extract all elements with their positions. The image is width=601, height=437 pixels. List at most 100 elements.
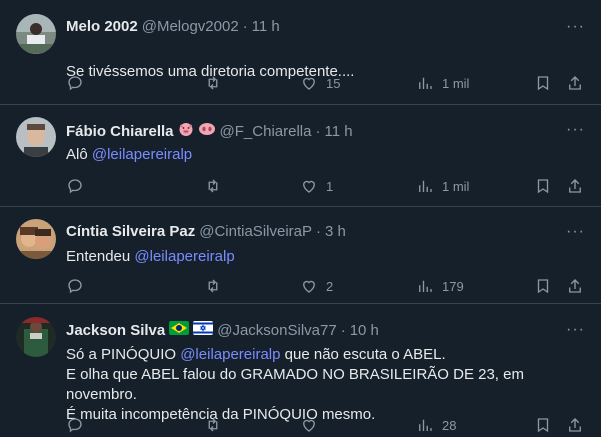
timestamp[interactable]: 3 h [325, 223, 346, 240]
tweet-text-prefix: Entendeu [66, 248, 135, 265]
tweet-1[interactable]: Melo 2002 @Melogv2002 · 11 h ··· Se tivé… [0, 0, 601, 105]
like-icon [303, 280, 315, 293]
view-count: 1 mil [442, 178, 470, 194]
action-bar: 2 179 [66, 277, 586, 297]
separator-dot: · [242, 18, 248, 35]
views-icon [419, 280, 432, 292]
handle[interactable]: @CintiaSilveiraP [199, 223, 312, 240]
handle[interactable]: @Melogv2002 [142, 18, 239, 35]
tweet-3[interactable]: Cíntia Silveira Paz @CintiaSilveiraP · 3… [0, 207, 601, 304]
separator-dot: · [340, 321, 346, 339]
pig-emoji-icon [178, 121, 194, 141]
reply-icon [68, 179, 82, 194]
reply-icon [68, 76, 82, 91]
retweet-icon [208, 76, 218, 90]
share-icon [569, 179, 581, 193]
separator-dot: · [316, 223, 321, 240]
israel-flag-icon [193, 321, 214, 339]
avatar[interactable] [16, 219, 56, 259]
retweet-button[interactable] [204, 416, 222, 434]
mention-link[interactable]: @leilapereiralp [134, 248, 234, 265]
reply-icon [68, 418, 82, 433]
views-button[interactable]: 1 mil [416, 74, 469, 92]
view-count: 28 [442, 417, 457, 433]
like-count: 2 [326, 278, 334, 294]
reply-button[interactable] [66, 416, 84, 434]
separator-dot: · [315, 122, 321, 140]
pig-nose-emoji-icon [198, 121, 216, 141]
avatar[interactable] [16, 117, 56, 157]
share-button[interactable] [566, 277, 584, 295]
like-button[interactable]: 2 [300, 277, 333, 295]
tweet-text: Entendeu @leilapereiralp [66, 247, 586, 267]
bookmark-button[interactable] [534, 277, 552, 295]
reply-button[interactable] [66, 277, 84, 295]
retweet-icon [208, 179, 218, 193]
like-count: 15 [326, 75, 341, 91]
views-button[interactable]: 28 [416, 416, 456, 434]
more-options-icon[interactable]: ··· [566, 121, 585, 139]
share-icon [569, 279, 581, 293]
tweet-text-suffix: que não escuta o ABEL. [280, 346, 446, 363]
like-icon [303, 77, 315, 90]
share-icon [569, 76, 581, 90]
mention-link[interactable]: @leilapereiralp [180, 346, 280, 363]
like-icon [303, 180, 315, 193]
reply-button[interactable] [66, 74, 84, 92]
views-icon [419, 419, 432, 431]
mention-link[interactable]: @leilapereiralp [92, 146, 192, 163]
retweet-button[interactable] [204, 74, 222, 92]
views-icon [419, 77, 432, 89]
like-button[interactable]: 15 [300, 74, 340, 92]
timestamp[interactable]: 11 h [252, 18, 280, 35]
view-count: 1 mil [442, 75, 470, 91]
bookmark-icon [537, 76, 549, 91]
timestamp[interactable]: 11 h [324, 123, 352, 140]
tweet-header: Jackson Silva @JacksonSilva77 · 10 h [66, 321, 379, 339]
share-button[interactable] [566, 177, 584, 195]
more-options-icon[interactable]: ··· [566, 223, 585, 241]
display-name[interactable]: Fábio Chiarella [66, 123, 174, 140]
like-button[interactable]: 1 [300, 177, 333, 195]
tweet-text-line: Só a PINÓQUIO @leilapereiralp que não es… [66, 345, 586, 365]
views-button[interactable]: 1 mil [416, 177, 469, 195]
retweet-button[interactable] [204, 177, 222, 195]
reply-button[interactable] [66, 177, 84, 195]
share-button[interactable] [566, 74, 584, 92]
handle[interactable]: @F_Chiarella [220, 123, 312, 140]
more-options-icon[interactable]: ··· [566, 321, 585, 339]
tweet-text-line: E olha que ABEL falou do GRAMADO NO BRAS… [66, 366, 524, 403]
handle[interactable]: @JacksonSilva77 [217, 322, 336, 339]
timestamp[interactable]: 10 h [350, 322, 379, 339]
like-button[interactable] [300, 416, 318, 434]
retweet-icon [208, 279, 218, 293]
more-options-icon[interactable]: ··· [566, 18, 585, 36]
views-button[interactable]: 179 [416, 277, 464, 295]
tweet-header: Fábio Chiarella @F_Chiarella · 11 h [66, 121, 353, 141]
tweet-2[interactable]: Fábio Chiarella @F_Chiarella · 11 h ··· … [0, 105, 601, 207]
bookmark-icon [537, 279, 549, 294]
bookmark-button[interactable] [534, 177, 552, 195]
like-icon [303, 419, 315, 432]
views-icon [419, 180, 432, 192]
tweet-header: Cíntia Silveira Paz @CintiaSilveiraP · 3… [66, 223, 346, 240]
tweet-text: Alô @leilapereiralp [66, 145, 586, 165]
bookmark-button[interactable] [534, 74, 552, 92]
retweet-icon [208, 418, 218, 432]
tweet-text: Só a PINÓQUIO @leilapereiralp que não es… [66, 345, 586, 425]
display-name[interactable]: Melo 2002 [66, 18, 138, 35]
tweet-text-prefix: Só a PINÓQUIO [66, 346, 181, 363]
avatar[interactable] [16, 14, 56, 54]
action-bar: 1 1 mil [66, 177, 586, 197]
share-icon [569, 418, 581, 432]
display-name[interactable]: Jackson Silva [66, 322, 165, 339]
bookmark-button[interactable] [534, 416, 552, 434]
reply-icon [68, 279, 82, 294]
tweet-header: Melo 2002 @Melogv2002 · 11 h [66, 18, 280, 35]
brazil-flag-icon [169, 321, 190, 339]
avatar[interactable] [16, 317, 56, 357]
tweet-4[interactable]: Jackson Silva @JacksonSilva77 · 10 h ···… [0, 304, 601, 437]
display-name[interactable]: Cíntia Silveira Paz [66, 223, 195, 240]
share-button[interactable] [566, 416, 584, 434]
retweet-button[interactable] [204, 277, 222, 295]
